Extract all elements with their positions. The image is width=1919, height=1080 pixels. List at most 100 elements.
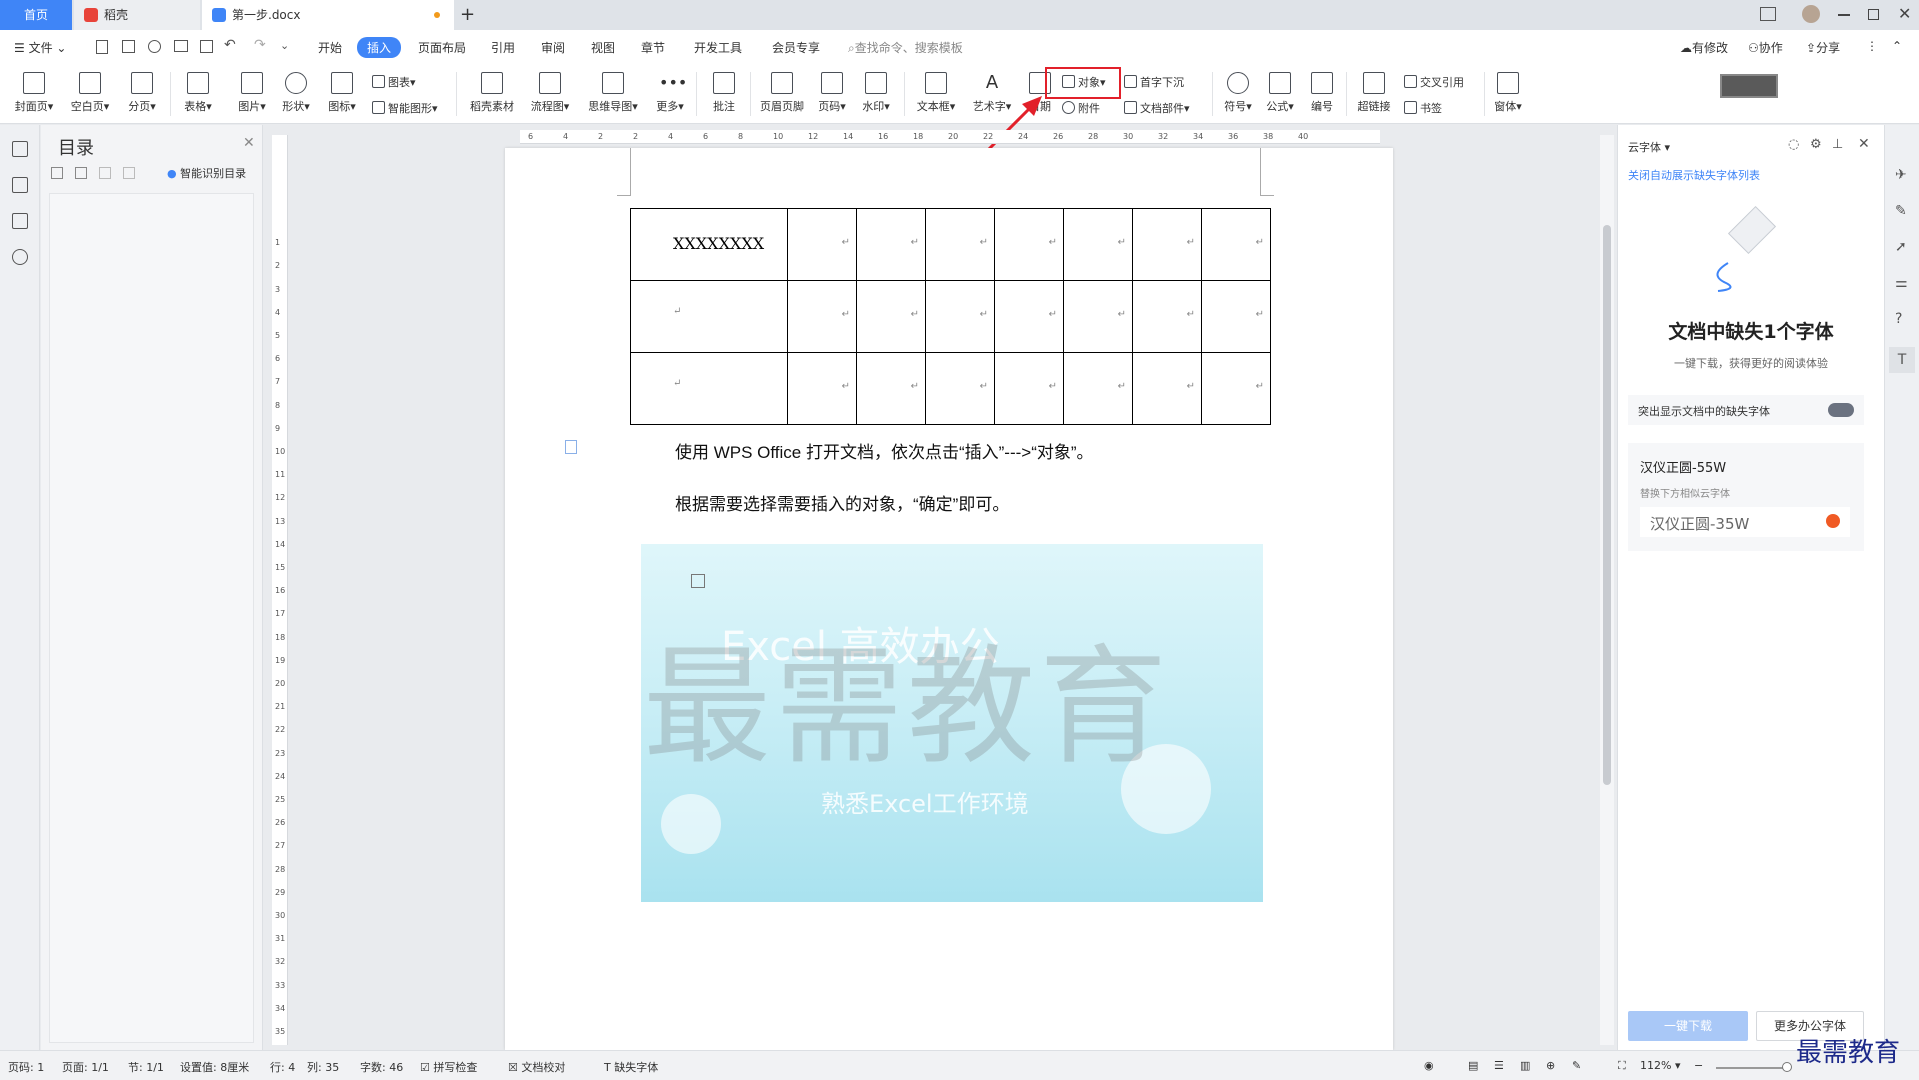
close-icon[interactable]: ✕	[1898, 4, 1911, 23]
daoke-material-button[interactable]: 稻壳素材	[464, 72, 520, 114]
hyperlink-button[interactable]: 超链接	[1352, 72, 1396, 114]
highlight-missing-toggle[interactable]	[1828, 403, 1854, 417]
menu-member[interactable]: 会员专享	[772, 39, 820, 56]
export-icon[interactable]	[148, 40, 161, 53]
table-cell[interactable]: ↵	[1132, 352, 1202, 425]
table-cell[interactable]: ↵	[1201, 208, 1271, 281]
collaborate-button[interactable]: ⚇协作	[1748, 39, 1783, 56]
table-cell[interactable]: ↵	[630, 280, 788, 353]
table-cell[interactable]: XXXXXXXX	[630, 208, 788, 281]
status-pages[interactable]: 页面: 1/1	[62, 1059, 109, 1075]
customize-chevron-icon[interactable]: ⌄	[280, 39, 289, 52]
expand-icon[interactable]	[75, 167, 87, 179]
comment-button[interactable]: 批注	[704, 72, 744, 114]
paste-options-icon[interactable]	[691, 574, 705, 588]
restore-icon[interactable]	[1868, 9, 1879, 20]
toc-view-icon[interactable]	[12, 141, 28, 157]
more-options-icon[interactable]: ⋮	[1866, 39, 1878, 53]
panel-pin-icon[interactable]: ⊥	[1832, 137, 1843, 152]
rail-select-icon[interactable]: ✈	[1895, 167, 1907, 183]
table-cell[interactable]: ↵	[1201, 280, 1271, 353]
numbering-button[interactable]: 编号	[1302, 72, 1342, 114]
table-cell[interactable]: ↵	[994, 208, 1064, 281]
table-button[interactable]: 表格▾	[178, 72, 218, 114]
header-footer-button[interactable]: 页眉页脚	[754, 72, 810, 114]
panel-header[interactable]: 云字体 ▾	[1628, 139, 1670, 155]
menu-layout[interactable]: 页面布局	[418, 39, 466, 56]
eye-protection-icon[interactable]: ◉	[1424, 1059, 1434, 1072]
status-words[interactable]: 字数: 46	[360, 1059, 403, 1075]
smartart-button[interactable]: 智能图形▾	[372, 100, 438, 116]
changes-button[interactable]: ☁有修改	[1680, 39, 1728, 56]
menu-start[interactable]: 开始	[318, 39, 342, 56]
outline-view-icon[interactable]: ☰	[1494, 1059, 1504, 1072]
save-icon[interactable]	[122, 40, 135, 53]
table-cell[interactable]: ↵	[994, 280, 1064, 353]
panel-settings-icon[interactable]: ⚙	[1810, 137, 1822, 152]
rail-help-icon[interactable]: ?	[1895, 311, 1902, 327]
collapse-ribbon-icon[interactable]: ⌃	[1892, 39, 1902, 53]
table-cell[interactable]: ↵	[856, 280, 926, 353]
ad-thumbnail[interactable]	[1720, 74, 1778, 98]
web-view-icon[interactable]: ⊕	[1546, 1059, 1555, 1072]
table-cell[interactable]: ↵	[856, 352, 926, 425]
bookmark-button[interactable]: 书签	[1404, 100, 1442, 116]
print-preview-icon[interactable]	[200, 40, 213, 53]
rail-pointer-icon[interactable]: ➚	[1895, 239, 1907, 255]
rail-font-icon[interactable]: T	[1889, 347, 1915, 373]
page-number-button[interactable]: 页码▾	[812, 72, 852, 114]
table-cell[interactable]: ↵	[1063, 352, 1133, 425]
table-cell[interactable]: ↵	[787, 352, 857, 425]
zoom-slider-handle[interactable]	[1782, 1062, 1792, 1072]
menu-insert[interactable]: 插入	[357, 37, 402, 58]
print-icon[interactable]	[174, 40, 188, 52]
status-page[interactable]: 页码: 1	[8, 1059, 44, 1075]
bookmark-nav-icon[interactable]	[12, 213, 28, 229]
panel-chat-icon[interactable]: ◌	[1788, 137, 1799, 152]
search-nav-icon[interactable]	[12, 249, 28, 265]
table-cell[interactable]: ↵	[856, 208, 926, 281]
download-all-button[interactable]: 一键下载	[1628, 1011, 1748, 1041]
window-layout-icon[interactable]	[1760, 7, 1776, 21]
tab-daoke[interactable]: 稻壳	[74, 0, 200, 30]
add-heading-icon[interactable]	[99, 167, 111, 179]
avatar[interactable]	[1802, 5, 1820, 23]
more-button[interactable]: ••• 更多▾	[650, 72, 690, 114]
toc-close-icon[interactable]: ✕	[243, 135, 255, 151]
shape-button[interactable]: 形状▾	[276, 72, 316, 114]
menu-references[interactable]: 引用	[491, 39, 515, 56]
smart-toc-button[interactable]: ● 智能识别目录	[167, 165, 246, 181]
status-setting[interactable]: 设置值: 8厘米	[180, 1059, 249, 1075]
menu-view[interactable]: 视图	[591, 39, 615, 56]
rail-edit-icon[interactable]: ✎	[1895, 203, 1907, 219]
flowchart-button[interactable]: 流程图▾	[526, 72, 574, 114]
rail-adjust-icon[interactable]: ⚌	[1895, 275, 1908, 291]
spell-check-button[interactable]: ☑ 拼写检查	[420, 1059, 477, 1075]
status-section[interactable]: 节: 1/1	[128, 1059, 164, 1075]
close-auto-show-link[interactable]: 关闭自动展示缺失字体列表	[1628, 167, 1760, 183]
minimize-icon[interactable]	[1838, 14, 1850, 16]
remove-heading-icon[interactable]	[123, 167, 135, 179]
command-search[interactable]: ⌕查找命令、搜索模板	[848, 39, 963, 56]
file-menu[interactable]: ☰ 文件 ⌄	[14, 39, 66, 56]
menu-review[interactable]: 审阅	[541, 39, 565, 56]
pen-view-icon[interactable]: ✎	[1572, 1059, 1581, 1072]
zoom-out-icon[interactable]: −	[1694, 1059, 1703, 1072]
new-icon[interactable]	[96, 40, 108, 54]
attachment-button[interactable]: 附件	[1062, 100, 1100, 116]
table-cell[interactable]: ↵	[925, 208, 995, 281]
table-cell[interactable]: ↵	[1132, 280, 1202, 353]
replacement-font-option[interactable]: 汉仪正圆-35W	[1640, 507, 1850, 537]
missing-font-button[interactable]: T 缺失字体	[604, 1059, 658, 1075]
table-cell[interactable]: ↵	[787, 208, 857, 281]
download-font-icon[interactable]	[1826, 514, 1840, 528]
table-cell[interactable]: ↵	[630, 352, 788, 425]
doc-parts-button[interactable]: 文档部件▾	[1124, 100, 1190, 116]
formula-button[interactable]: 公式▾	[1260, 72, 1300, 114]
drop-cap-button[interactable]: 首字下沉	[1124, 74, 1184, 90]
icons-button[interactable]: 图标▾	[322, 72, 362, 114]
table-cell[interactable]: ↵	[787, 280, 857, 353]
status-col[interactable]: 列: 35	[307, 1059, 339, 1075]
table-cell[interactable]: ↵	[1132, 208, 1202, 281]
picture-button[interactable]: 图片▾	[232, 72, 272, 114]
